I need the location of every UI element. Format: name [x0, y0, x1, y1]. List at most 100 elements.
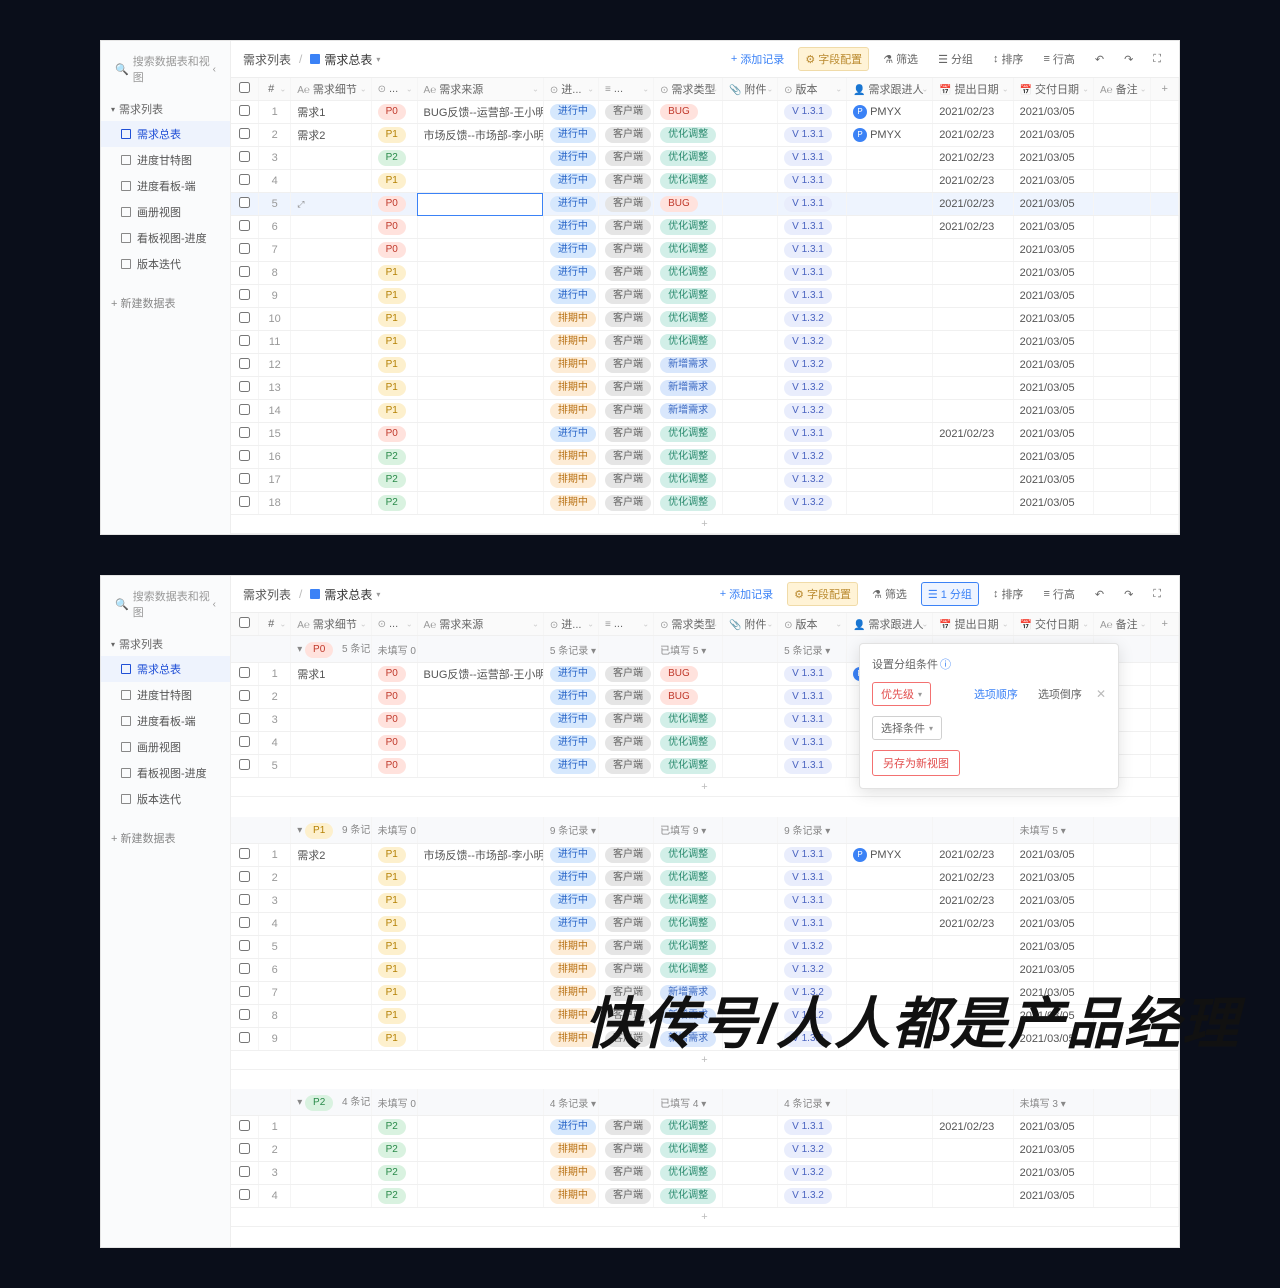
row-checkbox[interactable] [239, 759, 250, 770]
row-checkbox[interactable] [239, 243, 250, 254]
cell-type[interactable]: 优化调整 [654, 843, 723, 866]
cell-priority[interactable]: P0 [371, 709, 417, 732]
cell-priority[interactable]: P1 [371, 285, 417, 308]
cell-attach[interactable] [723, 446, 778, 469]
add-record-button[interactable]: +添加记录 [725, 48, 790, 70]
cell-owner[interactable] [847, 331, 933, 354]
cell-detail[interactable] [291, 446, 371, 469]
cell-detail[interactable] [291, 1004, 371, 1027]
row-checkbox[interactable] [239, 848, 250, 859]
cell-detail[interactable] [291, 170, 371, 193]
cell-detail[interactable]: 需求2 [291, 124, 371, 147]
cell-type[interactable]: 优化调整 [654, 1116, 723, 1139]
cell-owner[interactable]: PPMYX [847, 843, 933, 866]
cell-status[interactable]: 进行中 [543, 732, 598, 755]
cell-attach[interactable] [723, 193, 778, 216]
sidebar-item[interactable]: 画册视图 [101, 199, 230, 225]
column-header[interactable]: #⌄ [259, 78, 291, 101]
cell-status[interactable]: 排期中 [543, 331, 598, 354]
cell-source[interactable] [417, 958, 543, 981]
cell-owner[interactable] [847, 1139, 933, 1162]
row-checkbox[interactable] [239, 220, 250, 231]
cell-priority[interactable]: P0 [371, 239, 417, 262]
cell-type[interactable]: 优化调整 [654, 755, 723, 778]
cell-client[interactable]: 客户端 [599, 446, 654, 469]
column-header[interactable]: ⊙版本⌄ [778, 613, 847, 636]
cell-status[interactable]: 进行中 [543, 1116, 598, 1139]
cell-source[interactable] [417, 866, 543, 889]
row-checkbox[interactable] [239, 1032, 250, 1043]
cell-detail[interactable] [291, 709, 371, 732]
cell-client[interactable]: 客户端 [599, 709, 654, 732]
sidebar-item[interactable]: 进度看板-端 [101, 173, 230, 199]
cell-priority[interactable]: P2 [371, 1139, 417, 1162]
cell-detail[interactable]: 需求1 [291, 663, 371, 686]
cell-status[interactable]: 排期中 [543, 958, 598, 981]
breadcrumb-root[interactable]: 需求列表 [243, 51, 291, 68]
table-row[interactable]: 4P2排期中客户端优化调整V 1.3.22021/03/05 [231, 1185, 1179, 1208]
cell-status[interactable]: 排期中 [543, 400, 598, 423]
row-checkbox[interactable] [239, 963, 250, 974]
cell-status[interactable]: 排期中 [543, 354, 598, 377]
cell-date1[interactable] [933, 377, 1013, 400]
cell-attach[interactable] [723, 147, 778, 170]
cell-date1[interactable] [933, 354, 1013, 377]
cell-source[interactable] [417, 889, 543, 912]
cell-status[interactable]: 进行中 [543, 193, 598, 216]
cell-priority[interactable]: P1 [371, 124, 417, 147]
sidebar-item[interactable]: 版本迭代 [101, 251, 230, 277]
column-header[interactable]: 📅提出日期⌄ [933, 613, 1013, 636]
cell-detail[interactable] [291, 912, 371, 935]
cell-priority[interactable]: P0 [371, 101, 417, 124]
redo-button[interactable]: ↷ [1118, 585, 1139, 604]
row-checkbox[interactable] [239, 496, 250, 507]
column-header[interactable]: ⊙需求类型⌄ [654, 613, 723, 636]
cell-source[interactable] [417, 469, 543, 492]
cell-version[interactable]: V 1.3.1 [778, 843, 847, 866]
sidebar-item[interactable]: 需求总表 [101, 121, 230, 147]
cell-version[interactable]: V 1.3.1 [778, 285, 847, 308]
cell-source[interactable] [417, 912, 543, 935]
cell-client[interactable]: 客户端 [599, 755, 654, 778]
column-header[interactable]: ⊙版本⌄ [778, 78, 847, 101]
cell-owner[interactable] [847, 958, 933, 981]
cell-date1[interactable] [933, 492, 1013, 515]
cell-detail[interactable] [291, 981, 371, 1004]
cell-source[interactable] [417, 446, 543, 469]
column-header[interactable]: A℮备注⌄ [1093, 78, 1150, 101]
cell-source[interactable] [417, 193, 543, 216]
cell-owner[interactable] [847, 400, 933, 423]
cell-type[interactable]: BUG [654, 663, 723, 686]
cell-status[interactable]: 进行中 [543, 755, 598, 778]
column-header[interactable]: ⊙...⌄ [371, 78, 417, 101]
cell-type[interactable]: 新增需求 [654, 354, 723, 377]
cell-client[interactable]: 客户端 [599, 1162, 654, 1185]
cell-detail[interactable] [291, 1162, 371, 1185]
row-checkbox[interactable] [239, 128, 250, 139]
cell-owner[interactable] [847, 492, 933, 515]
cell-source[interactable]: BUG反馈--运营部-王小明 [417, 101, 543, 124]
cell-attach[interactable] [723, 492, 778, 515]
cell-date2[interactable]: 2021/03/05 [1013, 170, 1093, 193]
cell-client[interactable]: 客户端 [599, 124, 654, 147]
row-checkbox[interactable] [239, 404, 250, 415]
cell-owner[interactable] [847, 423, 933, 446]
cell-remark[interactable] [1093, 216, 1150, 239]
cell-client[interactable]: 客户端 [599, 193, 654, 216]
cell-date2[interactable]: 2021/03/05 [1013, 285, 1093, 308]
cell-version[interactable]: V 1.3.2 [778, 469, 847, 492]
cell-status[interactable]: 进行中 [543, 285, 598, 308]
cell-type[interactable]: 优化调整 [654, 935, 723, 958]
cell-date1[interactable]: 2021/02/23 [933, 147, 1013, 170]
cell-priority[interactable]: P1 [371, 262, 417, 285]
cell-client[interactable]: 客户端 [599, 285, 654, 308]
cell-date1[interactable] [933, 331, 1013, 354]
row-checkbox[interactable] [239, 736, 250, 747]
add-row[interactable]: + [231, 1208, 1179, 1227]
row-checkbox[interactable] [239, 450, 250, 461]
cell-client[interactable]: 客户端 [599, 686, 654, 709]
cell-client[interactable]: 客户端 [599, 147, 654, 170]
cell-client[interactable]: 客户端 [599, 469, 654, 492]
cell-type[interactable]: 优化调整 [654, 492, 723, 515]
cell-source[interactable] [417, 239, 543, 262]
